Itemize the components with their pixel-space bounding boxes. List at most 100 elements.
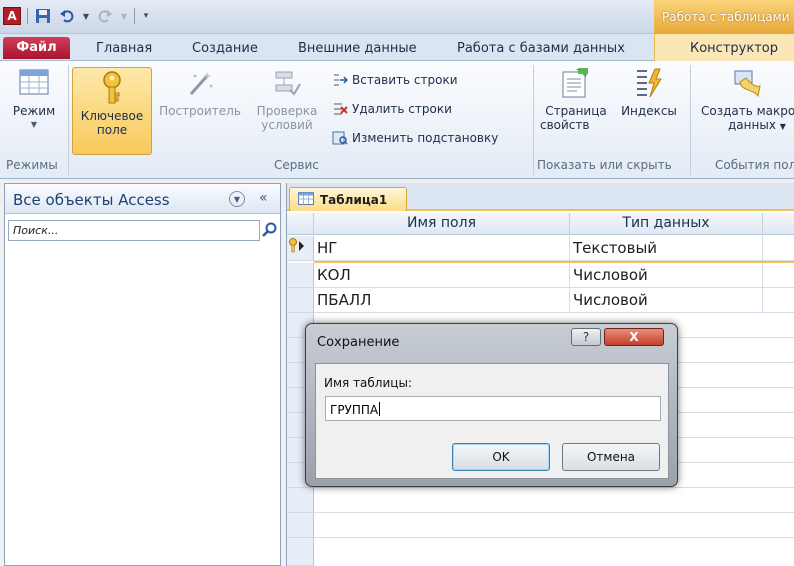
group-divider	[690, 65, 691, 175]
table-icon	[298, 191, 314, 208]
ribbon-tabs: Файл Главная Создание Внешние данные Раб…	[0, 34, 794, 61]
ok-button[interactable]: OK	[452, 443, 550, 471]
save-as-dialog: Сохранение ? X Имя таблицы: ГРУППА OK От…	[305, 323, 678, 487]
indexes-button[interactable]: Индексы	[616, 67, 682, 118]
select-all-corner[interactable]	[287, 213, 314, 235]
redo-dropdown-icon: ▼	[120, 11, 128, 21]
close-button[interactable]: X	[604, 328, 664, 346]
save-icon[interactable]	[34, 7, 52, 25]
delete-rows-icon	[332, 101, 348, 117]
field-name-cell[interactable]: ПБАЛЛ	[314, 288, 570, 313]
navigation-pane: Все объекты Access ▼ « Поиск...	[4, 183, 281, 566]
undo-dropdown-icon[interactable]: ▼	[82, 7, 90, 25]
data-type-cell[interactable]: Числовой	[570, 288, 763, 313]
access-app-icon[interactable]: A	[3, 7, 21, 25]
delete-rows-label: Удалить строки	[352, 102, 452, 116]
modify-lookups-label: Изменить подстановку	[352, 131, 499, 145]
chevron-down-icon: ▼	[30, 120, 38, 129]
chevron-down-icon[interactable]: ▼	[229, 191, 245, 207]
help-button[interactable]: ?	[571, 328, 601, 346]
tab-file[interactable]: Файл	[3, 37, 70, 59]
quick-access-toolbar: A ▼ ▼ ▾	[3, 5, 151, 27]
builder-label: Построитель	[159, 104, 241, 118]
indexes-icon	[633, 67, 665, 99]
tab-external-data[interactable]: Внешние данные	[298, 37, 417, 61]
property-sheet-button[interactable]: Страница свойств	[538, 67, 614, 132]
table-name-label: Имя таблицы:	[324, 376, 412, 390]
collapse-pane-icon[interactable]: «	[259, 190, 268, 206]
title-bar: A ▼ ▼ ▾ Работа с таблицами	[0, 0, 794, 34]
insert-rows-label: Вставить строки	[352, 73, 458, 87]
column-header-description[interactable]	[763, 213, 794, 235]
create-data-macros-label-1: Создать макросы	[701, 104, 794, 118]
document-tab-table1[interactable]: Таблица1	[289, 187, 407, 211]
contextual-tab-title: Работа с таблицами	[654, 0, 794, 34]
tab-database-tools[interactable]: Работа с базами данных	[457, 37, 625, 61]
insert-rows-button[interactable]: Вставить строки	[332, 72, 458, 88]
group-label-tools: Сервис	[274, 158, 319, 172]
data-type-cell[interactable]: Текстовый	[570, 236, 763, 261]
field-name-cell[interactable]: КОЛ	[314, 263, 570, 288]
modify-lookups-button[interactable]: Изменить подстановку	[332, 130, 498, 146]
data-macro-icon	[731, 67, 763, 99]
ribbon: Режим ▼ Режимы Ключевое поле Построитель…	[0, 61, 794, 179]
view-button[interactable]: Режим ▼	[4, 67, 64, 132]
undo-icon[interactable]	[58, 7, 76, 25]
cancel-button[interactable]: Отмена	[562, 443, 660, 471]
field-name-cell[interactable]: НГ	[314, 236, 570, 261]
test-validation-label-2: условий	[261, 118, 313, 132]
create-data-macros-button[interactable]: Создать макросы данных ▼	[697, 67, 794, 134]
validation-rules-icon	[271, 67, 303, 99]
group-label-field-events: События полей	[715, 158, 794, 172]
test-validation-button: Проверка условий	[250, 67, 324, 132]
tab-design[interactable]: Конструктор	[690, 37, 778, 61]
row-selector[interactable]	[287, 488, 314, 513]
search-icon[interactable]	[261, 220, 279, 240]
document-tab-bar: Таблица1	[287, 183, 794, 211]
row-selector[interactable]	[287, 288, 314, 313]
row-selector[interactable]	[287, 263, 314, 288]
description-cell[interactable]	[763, 236, 794, 261]
group-label-show-hide: Показать или скрыть	[537, 158, 672, 172]
tab-create[interactable]: Создание	[192, 37, 258, 61]
search-input[interactable]: Поиск...	[8, 220, 260, 241]
lookup-icon	[332, 130, 348, 146]
datasheet-view-icon	[18, 67, 50, 99]
column-header-field-name[interactable]: Имя поля	[314, 213, 570, 235]
dialog-title: Сохранение	[317, 335, 400, 350]
group-divider	[533, 65, 534, 175]
row-selector[interactable]	[287, 538, 314, 566]
description-cell[interactable]	[763, 263, 794, 288]
tab-home[interactable]: Главная	[96, 37, 152, 61]
test-validation-label-1: Проверка	[256, 104, 318, 118]
key-icon	[96, 71, 128, 104]
navigation-pane-header[interactable]: Все объекты Access ▼ «	[5, 184, 280, 214]
indexes-label: Индексы	[621, 104, 677, 118]
group-divider	[68, 65, 69, 175]
primary-key-button[interactable]: Ключевое поле	[72, 67, 152, 155]
create-data-macros-label-2: данных ▼	[728, 118, 786, 132]
builder-button: Построитель	[154, 67, 246, 118]
empty-row[interactable]	[314, 488, 794, 513]
magic-wand-icon	[184, 67, 216, 99]
row-selector[interactable]	[287, 513, 314, 538]
view-button-label: Режим	[12, 104, 56, 118]
navigation-pane-title[interactable]: Все объекты Access	[13, 191, 170, 209]
empty-row[interactable]	[314, 513, 794, 538]
property-sheet-label-2: свойств	[540, 118, 590, 132]
property-sheet-label-1: Страница	[545, 104, 607, 118]
dialog-body: Имя таблицы: ГРУППА OK Отмена	[315, 363, 669, 479]
property-sheet-icon	[560, 67, 592, 99]
redo-icon	[96, 7, 114, 25]
column-header-data-type[interactable]: Тип данных	[570, 213, 763, 235]
row-selector[interactable]	[287, 236, 314, 261]
delete-rows-button[interactable]: Удалить строки	[332, 101, 452, 117]
table-name-value: ГРУППА	[330, 403, 379, 417]
description-cell[interactable]	[763, 288, 794, 313]
primary-key-label-1: Ключевое	[80, 109, 144, 123]
table-name-input[interactable]: ГРУППА	[325, 396, 661, 421]
group-label-views: Режимы	[6, 158, 58, 172]
customize-qat-icon[interactable]: ▾	[141, 7, 151, 25]
insert-rows-icon	[332, 72, 348, 88]
data-type-cell[interactable]: Числовой	[570, 263, 763, 288]
